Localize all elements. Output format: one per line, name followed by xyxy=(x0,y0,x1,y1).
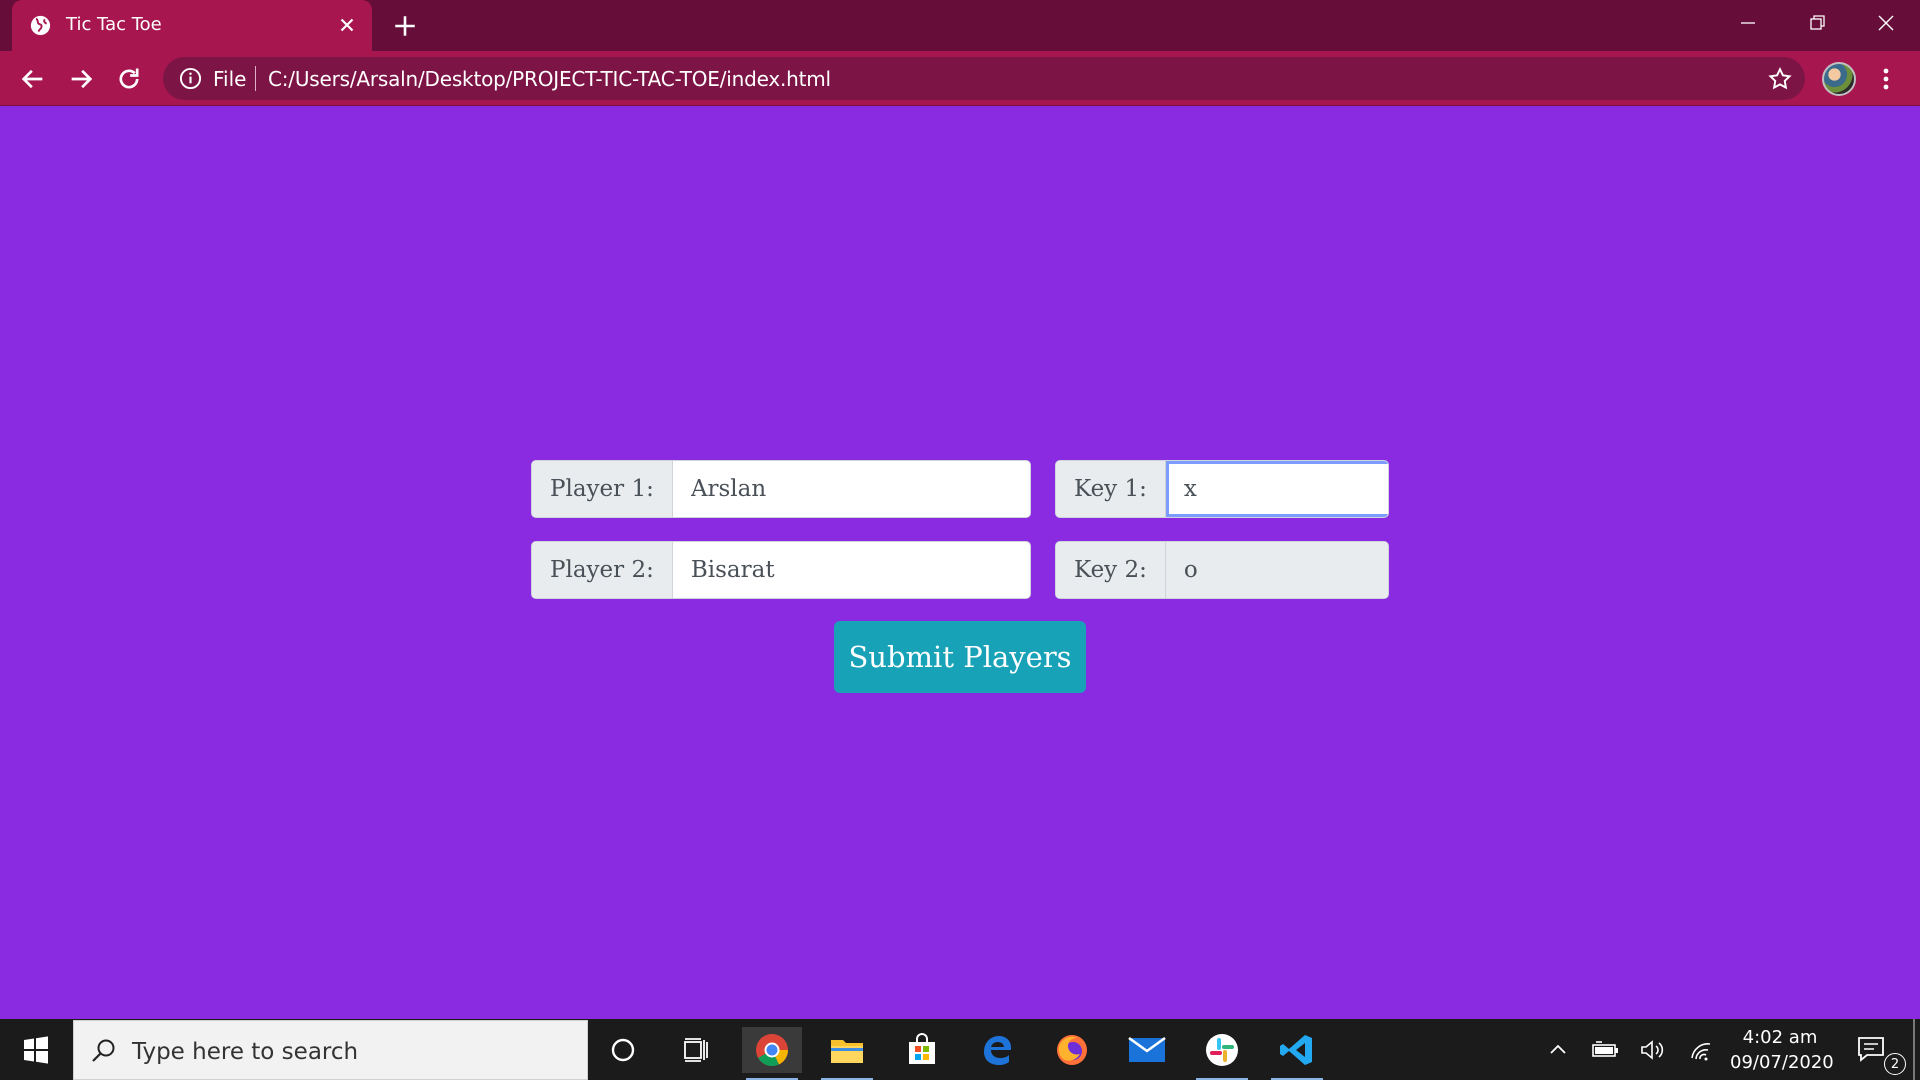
more-options-icon[interactable] xyxy=(1874,65,1898,93)
info-icon[interactable] xyxy=(179,67,202,90)
url-separator xyxy=(255,66,256,91)
cortana-icon[interactable] xyxy=(593,1027,653,1073)
minimize-icon[interactable] xyxy=(1728,8,1768,38)
player1-input-group: Player 1: xyxy=(531,460,1031,518)
player2-input[interactable] xyxy=(672,542,1030,598)
close-tab-icon[interactable] xyxy=(336,14,358,36)
page-content: Player 1: Key 1: Player 2: Key 2: Submit… xyxy=(0,106,1920,1019)
browser-tab-bar: Tic Tac Toe xyxy=(0,0,1920,51)
key2-input-group: Key 2: xyxy=(1055,541,1389,599)
clock-time[interactable]: 4:02 am xyxy=(1730,1027,1830,1048)
browser-tab[interactable]: Tic Tac Toe xyxy=(12,0,372,51)
search-placeholder: Type here to search xyxy=(132,1039,359,1065)
slack-icon[interactable] xyxy=(1192,1027,1252,1080)
chrome-icon[interactable] xyxy=(742,1027,802,1080)
key1-input-group: Key 1: xyxy=(1055,460,1389,518)
player1-input[interactable] xyxy=(672,461,1030,517)
task-view-icon[interactable] xyxy=(666,1027,726,1073)
new-tab-icon[interactable] xyxy=(392,13,418,39)
search-icon xyxy=(92,1039,115,1062)
browser-toolbar: File C:/Users/Arsaln/Desktop/PROJECT-TIC… xyxy=(0,51,1920,106)
submit-players-button[interactable]: Submit Players xyxy=(834,621,1086,693)
windows-start-icon[interactable] xyxy=(12,1034,58,1066)
globe-icon xyxy=(30,15,51,36)
close-window-icon[interactable] xyxy=(1866,8,1906,38)
firefox-icon[interactable] xyxy=(1042,1027,1102,1073)
windows-taskbar: Type here to search 4:02 am 09/07/2020 2 xyxy=(0,1019,1920,1080)
address-bar[interactable]: File C:/Users/Arsaln/Desktop/PROJECT-TIC… xyxy=(163,57,1805,100)
restore-icon[interactable] xyxy=(1797,8,1837,38)
key1-input[interactable] xyxy=(1165,461,1388,517)
tab-title: Tic Tac Toe xyxy=(66,14,162,35)
volume-icon[interactable] xyxy=(1638,1038,1668,1062)
security-label: File xyxy=(213,67,247,91)
chevron-up-icon[interactable] xyxy=(1543,1038,1573,1062)
player2-input-group: Player 2: xyxy=(531,541,1031,599)
edge-icon[interactable] xyxy=(967,1027,1027,1073)
file-explorer-icon[interactable] xyxy=(817,1027,877,1080)
url-text[interactable]: C:/Users/Arsaln/Desktop/PROJECT-TIC-TAC-… xyxy=(268,67,831,91)
vscode-icon[interactable] xyxy=(1267,1027,1327,1080)
key1-label: Key 1: xyxy=(1056,461,1166,517)
reload-icon[interactable] xyxy=(115,65,143,93)
store-icon[interactable] xyxy=(892,1027,952,1073)
battery-icon[interactable] xyxy=(1590,1038,1620,1062)
back-arrow-icon[interactable] xyxy=(19,65,47,93)
profile-avatar[interactable] xyxy=(1822,62,1856,96)
key2-input xyxy=(1165,542,1388,598)
notification-count-badge: 2 xyxy=(1884,1053,1906,1075)
wifi-icon[interactable] xyxy=(1686,1038,1716,1062)
mail-icon[interactable] xyxy=(1117,1027,1177,1073)
taskbar-search[interactable]: Type here to search xyxy=(73,1020,588,1080)
clock-date[interactable]: 09/07/2020 xyxy=(1730,1052,1834,1073)
forward-arrow-icon[interactable] xyxy=(67,65,95,93)
bookmark-star-icon[interactable] xyxy=(1767,66,1793,92)
player1-label: Player 1: xyxy=(532,461,673,517)
key2-label: Key 2: xyxy=(1056,542,1166,598)
player2-label: Player 2: xyxy=(532,542,673,598)
show-desktop-edge[interactable] xyxy=(1913,1019,1915,1080)
